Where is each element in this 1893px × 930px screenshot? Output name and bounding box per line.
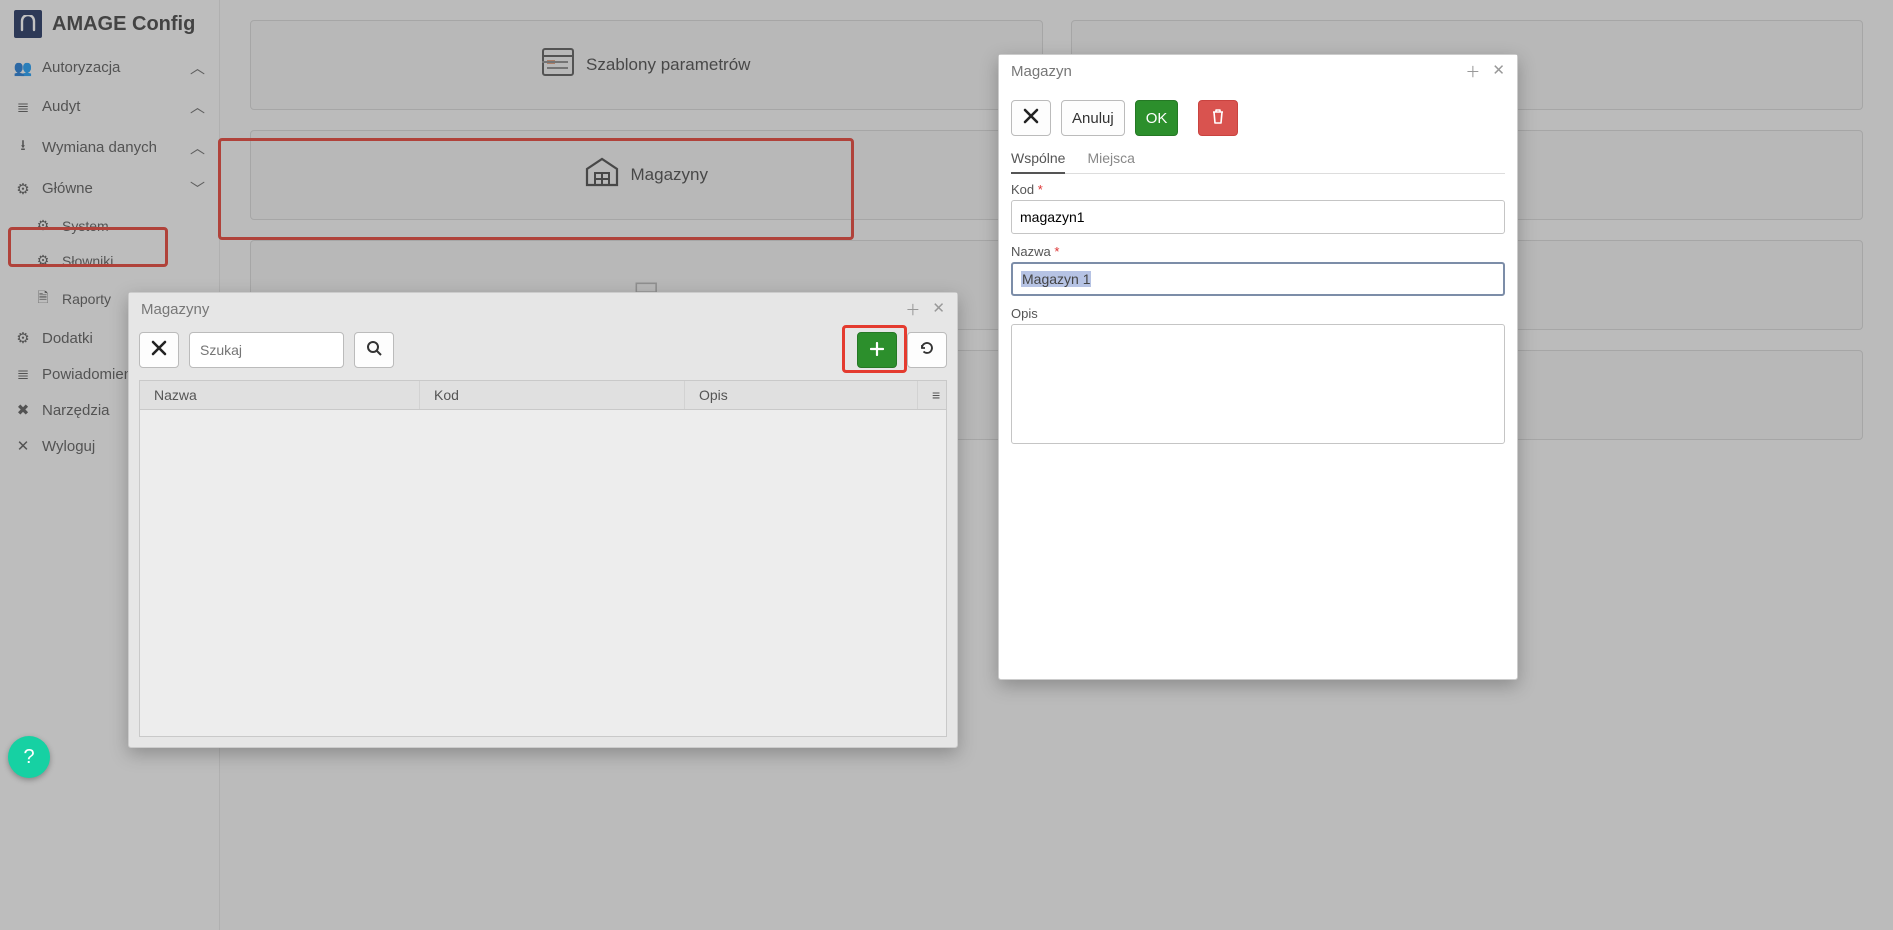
tab-miejsca[interactable]: Miejsca xyxy=(1087,146,1134,173)
dialog-title: Magazyn xyxy=(1011,63,1072,80)
refresh-button[interactable] xyxy=(907,332,947,368)
trash-icon xyxy=(1211,108,1225,129)
x-icon xyxy=(1023,108,1039,129)
form-action-bar: Anuluj OK xyxy=(1011,98,1505,146)
label-opis: Opis xyxy=(1011,306,1505,321)
close-icon[interactable]: ✕ xyxy=(1492,61,1505,82)
close-button[interactable] xyxy=(1011,100,1051,136)
close-button[interactable] xyxy=(139,332,179,368)
opis-textarea[interactable] xyxy=(1011,324,1505,444)
cancel-button[interactable]: Anuluj xyxy=(1061,100,1125,136)
plus-icon[interactable]: ＋ xyxy=(1465,61,1480,82)
dialog-magazyny-list: Magazyny ＋ ✕ Nazwa Kod Opis xyxy=(128,292,958,748)
help-fab[interactable]: ? xyxy=(8,736,50,778)
delete-button[interactable] xyxy=(1198,100,1238,136)
search-button[interactable] xyxy=(354,332,394,368)
form-tabs: Wspólne Miejsca xyxy=(1011,146,1505,174)
refresh-icon xyxy=(919,340,935,361)
table-col-nazwa[interactable]: Nazwa xyxy=(140,381,420,409)
search-icon xyxy=(366,340,382,361)
table-body xyxy=(139,410,947,737)
table-header: Nazwa Kod Opis ≡ xyxy=(139,380,947,410)
dialog-header[interactable]: Magazyn ＋ ✕ xyxy=(999,55,1517,88)
tab-wspolne[interactable]: Wspólne xyxy=(1011,146,1065,174)
kod-input[interactable] xyxy=(1011,200,1505,234)
x-icon xyxy=(151,340,167,361)
table-col-menu[interactable]: ≡ xyxy=(918,381,946,409)
plus-icon xyxy=(870,340,884,361)
list-toolbar xyxy=(139,332,947,368)
ok-button[interactable]: OK xyxy=(1135,100,1179,136)
question-icon: ? xyxy=(23,746,34,769)
label-kod: Kod * xyxy=(1011,182,1505,197)
close-icon[interactable]: ✕ xyxy=(932,299,945,320)
dialog-title: Magazyny xyxy=(141,301,209,318)
search-input[interactable] xyxy=(189,332,344,368)
dialog-magazyn-form: Magazyn ＋ ✕ Anuluj OK Wspólne Miejsca Ko… xyxy=(998,54,1518,680)
table-col-opis[interactable]: Opis xyxy=(685,381,918,409)
plus-icon[interactable]: ＋ xyxy=(905,299,920,320)
nazwa-input[interactable]: Magazyn 1 xyxy=(1011,262,1505,296)
label-nazwa: Nazwa * xyxy=(1011,244,1505,259)
dialog-header[interactable]: Magazyny ＋ ✕ xyxy=(129,293,957,326)
add-button[interactable] xyxy=(857,332,897,368)
table-col-kod[interactable]: Kod xyxy=(420,381,685,409)
